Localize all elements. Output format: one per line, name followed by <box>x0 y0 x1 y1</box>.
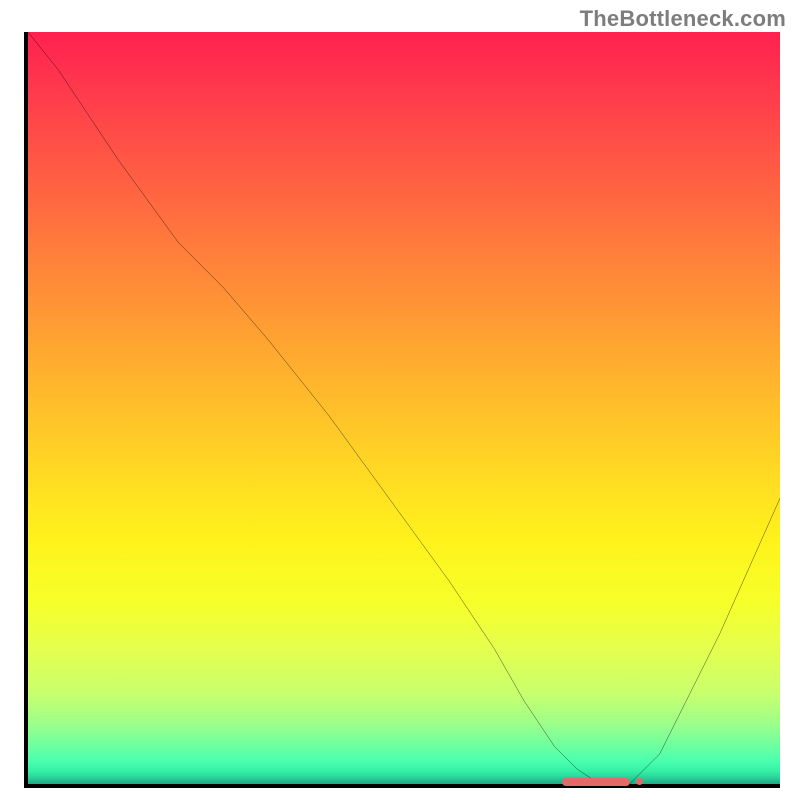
chart-container: TheBottleneck.com <box>0 0 800 800</box>
bottleneck-curve <box>28 32 780 784</box>
optimal-range-end-dot <box>636 778 643 785</box>
attribution-text: TheBottleneck.com <box>580 6 786 32</box>
optimal-range-marker <box>562 778 630 786</box>
plot-area <box>24 32 780 788</box>
